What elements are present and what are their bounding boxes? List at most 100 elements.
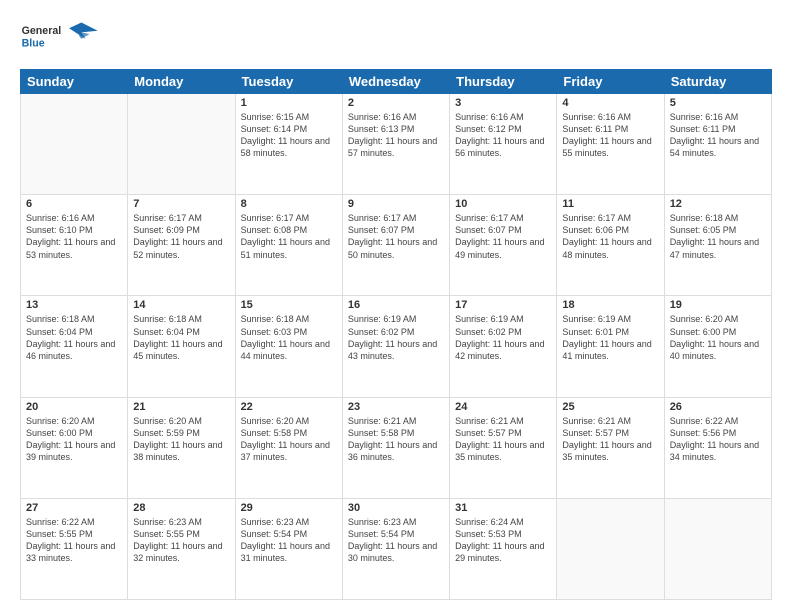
calendar-cell: 13 Sunrise: 6:18 AM Sunset: 6:04 PM Dayli…	[21, 296, 128, 397]
calendar-cell: 14 Sunrise: 6:18 AM Sunset: 6:04 PM Dayli…	[128, 296, 235, 397]
day-number: 3	[455, 97, 551, 109]
logo: General Blue	[20, 16, 110, 61]
day-number: 27	[26, 502, 122, 514]
calendar-cell: 27 Sunrise: 6:22 AM Sunset: 5:55 PM Dayli…	[21, 498, 128, 599]
calendar-week-row: 27 Sunrise: 6:22 AM Sunset: 5:55 PM Dayli…	[21, 498, 772, 599]
day-info: Sunrise: 6:17 AM Sunset: 6:08 PM Dayligh…	[241, 212, 337, 261]
day-info: Sunrise: 6:18 AM Sunset: 6:03 PM Dayligh…	[241, 313, 337, 362]
calendar-cell: 21 Sunrise: 6:20 AM Sunset: 5:59 PM Dayli…	[128, 397, 235, 498]
day-number: 5	[670, 97, 766, 109]
calendar-header-row: Sunday Monday Tuesday Wednesday Thursday…	[21, 70, 772, 94]
day-number: 7	[133, 198, 229, 210]
day-number: 28	[133, 502, 229, 514]
day-number: 15	[241, 299, 337, 311]
calendar-cell	[21, 94, 128, 195]
col-thursday: Thursday	[450, 70, 557, 94]
day-info: Sunrise: 6:16 AM Sunset: 6:11 PM Dayligh…	[562, 111, 658, 160]
day-info: Sunrise: 6:19 AM Sunset: 6:02 PM Dayligh…	[455, 313, 551, 362]
day-info: Sunrise: 6:20 AM Sunset: 5:59 PM Dayligh…	[133, 415, 229, 464]
svg-text:Blue: Blue	[22, 37, 45, 49]
calendar-cell: 5 Sunrise: 6:16 AM Sunset: 6:11 PM Daylig…	[664, 94, 771, 195]
day-info: Sunrise: 6:17 AM Sunset: 6:09 PM Dayligh…	[133, 212, 229, 261]
col-monday: Monday	[128, 70, 235, 94]
calendar-cell: 11 Sunrise: 6:17 AM Sunset: 6:06 PM Dayli…	[557, 195, 664, 296]
day-info: Sunrise: 6:23 AM Sunset: 5:55 PM Dayligh…	[133, 516, 229, 565]
day-number: 9	[348, 198, 444, 210]
calendar-week-row: 1 Sunrise: 6:15 AM Sunset: 6:14 PM Daylig…	[21, 94, 772, 195]
calendar-cell: 15 Sunrise: 6:18 AM Sunset: 6:03 PM Dayli…	[235, 296, 342, 397]
day-info: Sunrise: 6:16 AM Sunset: 6:10 PM Dayligh…	[26, 212, 122, 261]
calendar-table: Sunday Monday Tuesday Wednesday Thursday…	[20, 69, 772, 600]
day-number: 29	[241, 502, 337, 514]
day-number: 12	[670, 198, 766, 210]
calendar-cell: 29Sunrise: 6:23 AM Sunset: 5:54 PM Dayli…	[235, 498, 342, 599]
header: General Blue	[20, 16, 772, 61]
day-number: 13	[26, 299, 122, 311]
calendar-week-row: 13 Sunrise: 6:18 AM Sunset: 6:04 PM Dayli…	[21, 296, 772, 397]
calendar-week-row: 6 Sunrise: 6:16 AM Sunset: 6:10 PM Daylig…	[21, 195, 772, 296]
calendar-cell: 31Sunrise: 6:24 AM Sunset: 5:53 PM Dayli…	[450, 498, 557, 599]
day-number: 16	[348, 299, 444, 311]
day-info: Sunrise: 6:21 AM Sunset: 5:58 PM Dayligh…	[348, 415, 444, 464]
calendar-cell	[128, 94, 235, 195]
calendar-cell: 28 Sunrise: 6:23 AM Sunset: 5:55 PM Dayli…	[128, 498, 235, 599]
day-number: 21	[133, 401, 229, 413]
day-number: 6	[26, 198, 122, 210]
calendar-cell: 2 Sunrise: 6:16 AM Sunset: 6:13 PM Daylig…	[342, 94, 449, 195]
calendar-cell	[557, 498, 664, 599]
day-info: Sunrise: 6:15 AM Sunset: 6:14 PM Dayligh…	[241, 111, 337, 160]
calendar-cell: 30Sunrise: 6:23 AM Sunset: 5:54 PM Dayli…	[342, 498, 449, 599]
day-info: Sunrise: 6:18 AM Sunset: 6:04 PM Dayligh…	[133, 313, 229, 362]
day-info: Sunrise: 6:17 AM Sunset: 6:07 PM Dayligh…	[455, 212, 551, 261]
col-saturday: Saturday	[664, 70, 771, 94]
day-info: Sunrise: 6:18 AM Sunset: 6:05 PM Dayligh…	[670, 212, 766, 261]
calendar-cell: 18Sunrise: 6:19 AM Sunset: 6:01 PM Dayli…	[557, 296, 664, 397]
calendar-cell: 3 Sunrise: 6:16 AM Sunset: 6:12 PM Daylig…	[450, 94, 557, 195]
day-number: 4	[562, 97, 658, 109]
day-info: Sunrise: 6:20 AM Sunset: 5:58 PM Dayligh…	[241, 415, 337, 464]
calendar-cell: 20Sunrise: 6:20 AM Sunset: 6:00 PM Dayli…	[21, 397, 128, 498]
calendar-cell: 26 Sunrise: 6:22 AM Sunset: 5:56 PM Dayli…	[664, 397, 771, 498]
day-number: 1	[241, 97, 337, 109]
day-number: 23	[348, 401, 444, 413]
day-number: 31	[455, 502, 551, 514]
calendar-cell: 24 Sunrise: 6:21 AM Sunset: 5:57 PM Dayli…	[450, 397, 557, 498]
day-info: Sunrise: 6:16 AM Sunset: 6:11 PM Dayligh…	[670, 111, 766, 160]
day-number: 14	[133, 299, 229, 311]
day-info: Sunrise: 6:21 AM Sunset: 5:57 PM Dayligh…	[455, 415, 551, 464]
day-number: 26	[670, 401, 766, 413]
day-number: 11	[562, 198, 658, 210]
calendar-cell: 16Sunrise: 6:19 AM Sunset: 6:02 PM Dayli…	[342, 296, 449, 397]
day-number: 19	[670, 299, 766, 311]
calendar-cell: 4 Sunrise: 6:16 AM Sunset: 6:11 PM Daylig…	[557, 94, 664, 195]
calendar-cell: 19Sunrise: 6:20 AM Sunset: 6:00 PM Dayli…	[664, 296, 771, 397]
col-tuesday: Tuesday	[235, 70, 342, 94]
day-info: Sunrise: 6:21 AM Sunset: 5:57 PM Dayligh…	[562, 415, 658, 464]
day-number: 18	[562, 299, 658, 311]
page: General Blue Sunday Monday Tuesday Wedne…	[0, 0, 792, 612]
calendar-cell: 7 Sunrise: 6:17 AM Sunset: 6:09 PM Daylig…	[128, 195, 235, 296]
day-info: Sunrise: 6:22 AM Sunset: 5:55 PM Dayligh…	[26, 516, 122, 565]
day-info: Sunrise: 6:16 AM Sunset: 6:12 PM Dayligh…	[455, 111, 551, 160]
day-info: Sunrise: 6:22 AM Sunset: 5:56 PM Dayligh…	[670, 415, 766, 464]
day-info: Sunrise: 6:16 AM Sunset: 6:13 PM Dayligh…	[348, 111, 444, 160]
calendar-cell: 10 Sunrise: 6:17 AM Sunset: 6:07 PM Dayli…	[450, 195, 557, 296]
col-sunday: Sunday	[21, 70, 128, 94]
day-number: 17	[455, 299, 551, 311]
day-info: Sunrise: 6:17 AM Sunset: 6:07 PM Dayligh…	[348, 212, 444, 261]
day-number: 2	[348, 97, 444, 109]
day-number: 8	[241, 198, 337, 210]
calendar-cell: 17 Sunrise: 6:19 AM Sunset: 6:02 PM Dayli…	[450, 296, 557, 397]
calendar-cell	[664, 498, 771, 599]
day-info: Sunrise: 6:18 AM Sunset: 6:04 PM Dayligh…	[26, 313, 122, 362]
day-info: Sunrise: 6:17 AM Sunset: 6:06 PM Dayligh…	[562, 212, 658, 261]
calendar-cell: 9 Sunrise: 6:17 AM Sunset: 6:07 PM Daylig…	[342, 195, 449, 296]
day-info: Sunrise: 6:23 AM Sunset: 5:54 PM Dayligh…	[348, 516, 444, 565]
day-number: 10	[455, 198, 551, 210]
calendar-cell: 6 Sunrise: 6:16 AM Sunset: 6:10 PM Daylig…	[21, 195, 128, 296]
col-wednesday: Wednesday	[342, 70, 449, 94]
calendar-cell: 22Sunrise: 6:20 AM Sunset: 5:58 PM Dayli…	[235, 397, 342, 498]
day-number: 20	[26, 401, 122, 413]
calendar-cell: 23 Sunrise: 6:21 AM Sunset: 5:58 PM Dayli…	[342, 397, 449, 498]
day-number: 24	[455, 401, 551, 413]
